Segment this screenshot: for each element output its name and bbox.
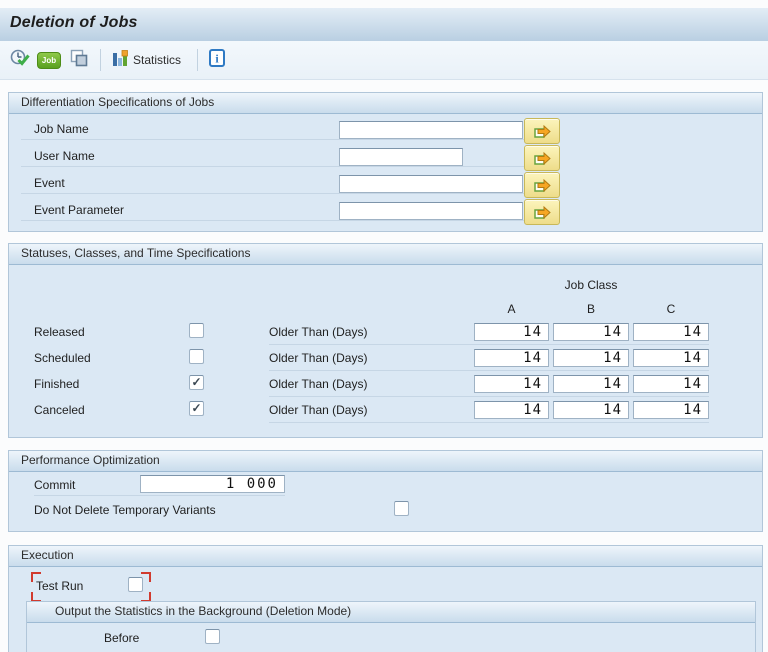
- event-parameter-label: Event Parameter: [34, 203, 125, 217]
- job-name-input[interactable]: [339, 121, 523, 139]
- event-parameter-multiple-selection-button[interactable]: [524, 199, 560, 225]
- job-name-multiple-selection-button[interactable]: [524, 118, 560, 144]
- section-header: Statuses, Classes, and Time Specificatio…: [9, 244, 762, 265]
- user-name-multiple-selection-button[interactable]: [524, 145, 560, 171]
- older-than-label: Older Than (Days): [269, 403, 368, 417]
- subsection-output-statistics: Output the Statistics in the Background …: [26, 601, 756, 652]
- section-execution: Execution Test Run Output the Statistics…: [8, 545, 763, 652]
- execute-button[interactable]: [8, 47, 32, 73]
- user-name-input[interactable]: [339, 148, 463, 166]
- older-than-label: Older Than (Days): [269, 377, 368, 391]
- older-than-label: Older Than (Days): [269, 351, 368, 365]
- job-name-label: Job Name: [34, 122, 89, 136]
- canceled-days-b-input[interactable]: [553, 401, 629, 419]
- released-checkbox[interactable]: [189, 323, 204, 338]
- canceled-label: Canceled: [34, 403, 85, 417]
- finished-days-c-input[interactable]: [633, 375, 709, 393]
- scheduled-label: Scheduled: [34, 351, 91, 365]
- column-header-a: A: [507, 302, 516, 316]
- scheduled-days-a-input[interactable]: [474, 349, 549, 367]
- event-label: Event: [34, 176, 65, 190]
- finished-checkbox[interactable]: ✓: [189, 375, 204, 390]
- job-class-label: Job Class: [564, 278, 618, 292]
- sap-deletion-of-jobs-screen: Deletion of Jobs Job Statistics i Differ…: [0, 0, 768, 652]
- commit-label: Commit: [34, 478, 76, 492]
- released-days-b-input[interactable]: [553, 323, 629, 341]
- column-header-b: B: [586, 302, 595, 316]
- section-differentiation-specifications: Differentiation Specifications of Jobs J…: [8, 92, 763, 232]
- test-run-checkbox[interactable]: [128, 577, 143, 592]
- execute-icon: [10, 48, 30, 73]
- scheduled-checkbox[interactable]: [189, 349, 204, 364]
- toolbar-separator: [197, 49, 199, 71]
- statistics-icon: [112, 49, 129, 72]
- before-checkbox[interactable]: [205, 629, 220, 644]
- statistics-button-label: Statistics: [133, 53, 182, 67]
- section-header: Differentiation Specifications of Jobs: [9, 93, 762, 114]
- do-not-delete-temp-variants-checkbox[interactable]: [394, 501, 409, 516]
- title-bar: Deletion of Jobs: [0, 8, 768, 42]
- section-header: Execution: [9, 546, 762, 567]
- canceled-days-a-input[interactable]: [474, 401, 549, 419]
- released-days-c-input[interactable]: [633, 323, 709, 341]
- subsection-header: Output the Statistics in the Background …: [27, 602, 755, 623]
- older-than-label: Older Than (Days): [269, 325, 368, 339]
- column-header-c: C: [666, 302, 676, 316]
- statistics-button[interactable]: Statistics: [110, 47, 183, 73]
- multiple-selection-icon: [534, 151, 551, 166]
- finished-label: Finished: [34, 377, 80, 391]
- event-multiple-selection-button[interactable]: [524, 172, 560, 198]
- multiple-selection-icon: [534, 205, 551, 220]
- before-label: Before: [104, 631, 140, 645]
- application-toolbar: Job Statistics i: [0, 41, 768, 80]
- user-name-label: User Name: [34, 149, 95, 163]
- canceled-days-c-input[interactable]: [633, 401, 709, 419]
- do-not-delete-temp-variants-label: Do Not Delete Temporary Variants: [34, 503, 216, 517]
- page-title: Deletion of Jobs: [10, 14, 138, 31]
- multiple-selection-icon: [534, 124, 551, 139]
- test-run-label: Test Run: [36, 579, 84, 593]
- section-header: Performance Optimization: [9, 451, 762, 472]
- canceled-checkbox[interactable]: ✓: [189, 401, 204, 416]
- finished-days-b-input[interactable]: [553, 375, 629, 393]
- multiple-selection-icon: [534, 178, 551, 193]
- finished-days-a-input[interactable]: [474, 375, 549, 393]
- info-button[interactable]: i: [207, 47, 227, 73]
- scheduled-days-c-input[interactable]: [633, 349, 709, 367]
- released-days-a-input[interactable]: [474, 323, 549, 341]
- info-icon: i: [209, 48, 226, 72]
- released-label: Released: [34, 325, 85, 339]
- job-icon: Job: [37, 51, 61, 69]
- copy-button[interactable]: [67, 47, 91, 73]
- commit-input[interactable]: [140, 475, 285, 493]
- scheduled-days-b-input[interactable]: [553, 349, 629, 367]
- event-input[interactable]: [339, 175, 523, 193]
- toolbar-separator: [100, 49, 101, 71]
- section-statuses-classes-time: Statuses, Classes, and Time Specificatio…: [8, 243, 763, 438]
- copy-icon: [69, 48, 89, 73]
- job-button[interactable]: Job: [35, 47, 63, 73]
- section-performance-optimization: Performance Optimization Commit Do Not D…: [8, 450, 763, 532]
- event-parameter-input[interactable]: [339, 202, 523, 220]
